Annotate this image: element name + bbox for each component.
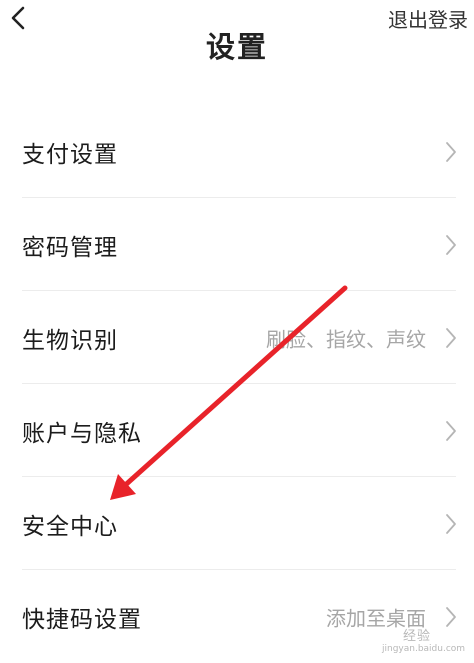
chevron-right-icon <box>446 420 456 441</box>
menu-item-label: 账户与隐私 <box>22 420 142 447</box>
menu-item-label: 安全中心 <box>22 513 118 540</box>
chevron-right-icon <box>446 606 456 627</box>
menu-item-value: 添加至桌面 <box>326 606 426 630</box>
menu-item-biometrics[interactable]: 生物识别 刷脸、指纹、声纹 <box>0 291 474 384</box>
menu-item-label: 支付设置 <box>22 141 118 168</box>
menu-item-label: 密码管理 <box>22 234 118 261</box>
menu-item-value: 刷脸、指纹、声纹 <box>266 327 426 351</box>
menu-item-account-privacy[interactable]: 账户与隐私 <box>0 384 474 477</box>
chevron-right-icon <box>446 141 456 162</box>
menu-item-shortcut-code[interactable]: 快捷码设置 添加至桌面 <box>0 570 474 663</box>
chevron-right-icon <box>446 513 456 534</box>
chevron-right-icon <box>446 327 456 348</box>
header: 设置 退出登录 <box>0 0 474 100</box>
menu-item-security-center[interactable]: 安全中心 <box>0 477 474 570</box>
logout-button[interactable]: 退出登录 <box>388 4 468 33</box>
chevron-right-icon <box>446 234 456 255</box>
menu-item-label: 生物识别 <box>22 327 118 354</box>
menu-item-payment-settings[interactable]: 支付设置 <box>0 105 474 198</box>
settings-menu: 支付设置 密码管理 生物识别 刷脸、指纹、声纹 账户与隐私 安全中心 快捷码设置… <box>0 105 474 663</box>
menu-item-password-management[interactable]: 密码管理 <box>0 198 474 291</box>
menu-item-label: 快捷码设置 <box>22 606 142 633</box>
